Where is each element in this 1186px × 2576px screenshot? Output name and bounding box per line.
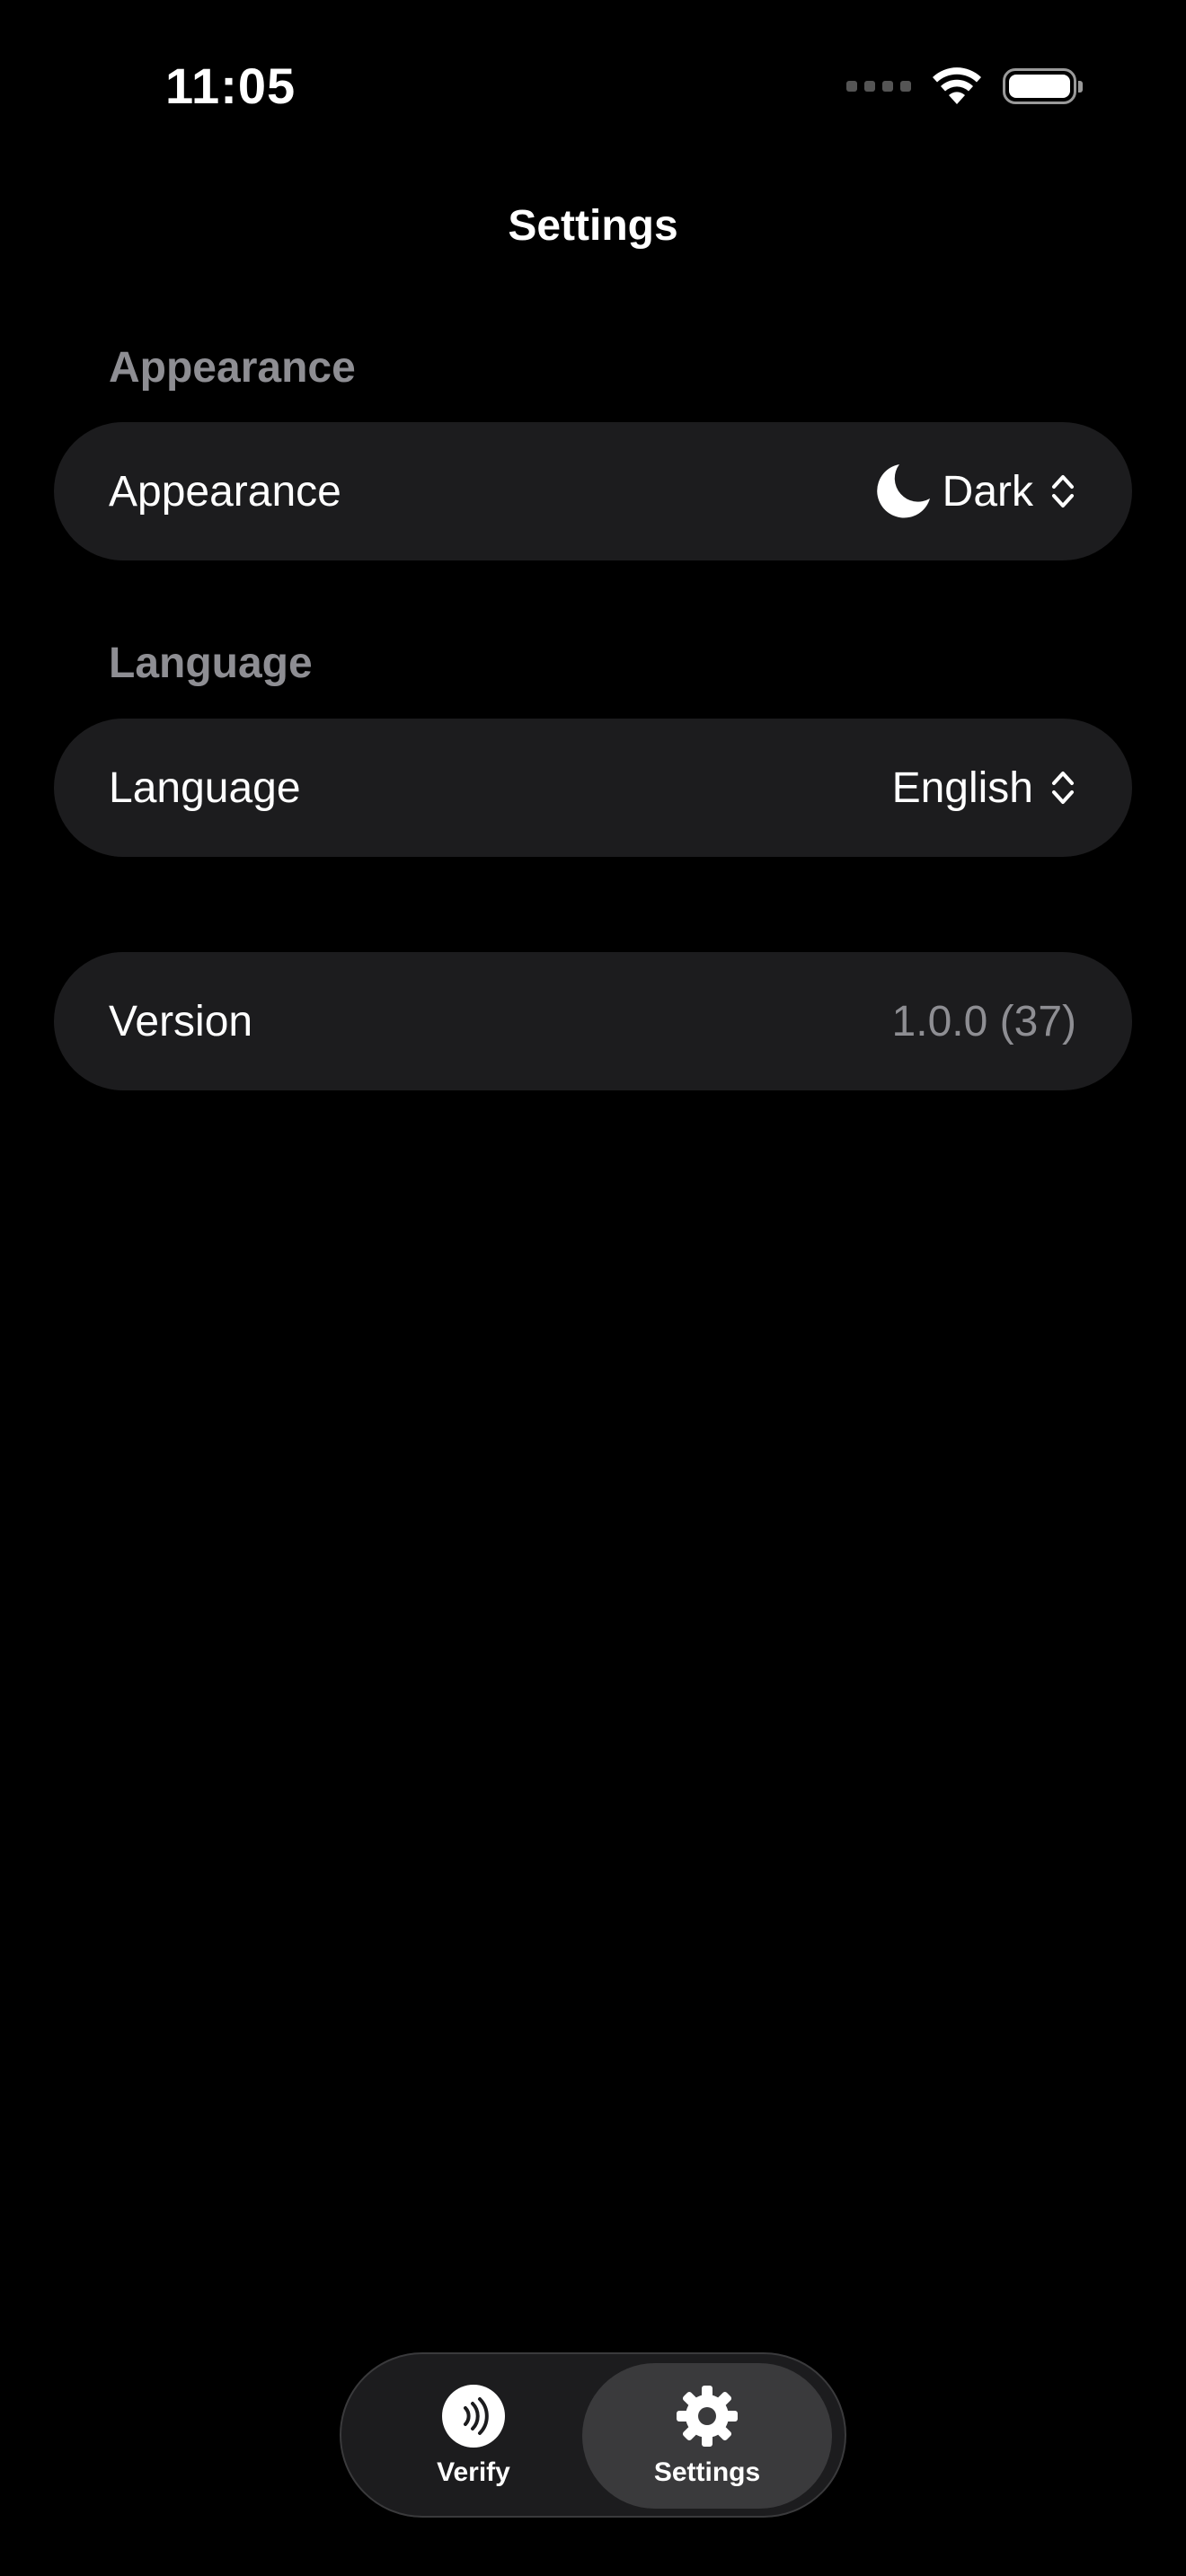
status-icons	[846, 63, 1083, 110]
version-row: Version 1.0.0 (37)	[54, 952, 1132, 1090]
appearance-value: Dark	[942, 467, 1033, 516]
version-value: 1.0.0 (37)	[891, 997, 1076, 1045]
tab-label: Settings	[653, 2457, 761, 2487]
section-header-appearance: Appearance	[109, 344, 356, 392]
cellular-signal-icon	[846, 81, 911, 92]
appearance-picker[interactable]: Dark	[872, 461, 1076, 522]
tab-verify[interactable]: Verify	[349, 2363, 598, 2509]
nfc-icon	[442, 2385, 505, 2448]
gear-icon	[677, 2386, 738, 2447]
moon-icon	[876, 464, 930, 518]
language-picker[interactable]: English	[892, 763, 1076, 813]
language-value: English	[891, 763, 1033, 812]
tab-label: Verify	[437, 2457, 510, 2487]
page-title: Settings	[508, 202, 678, 250]
wifi-icon	[933, 67, 981, 104]
appearance-picker-row[interactable]: Appearance Dark	[54, 422, 1132, 560]
chevron-up-down-icon	[1052, 772, 1074, 804]
battery-icon	[1003, 68, 1083, 104]
language-picker-row[interactable]: Language English	[54, 719, 1132, 857]
section-header-language: Language	[109, 640, 313, 687]
status-time: 11:05	[165, 57, 296, 114]
version-row-label: Version	[109, 997, 253, 1045]
appearance-row-label: Appearance	[109, 467, 341, 516]
tab-settings[interactable]: Settings	[582, 2363, 832, 2509]
language-row-label: Language	[109, 763, 301, 812]
chevron-up-down-icon	[1052, 475, 1074, 507]
tab-bar: Verify Settings	[340, 2352, 846, 2518]
